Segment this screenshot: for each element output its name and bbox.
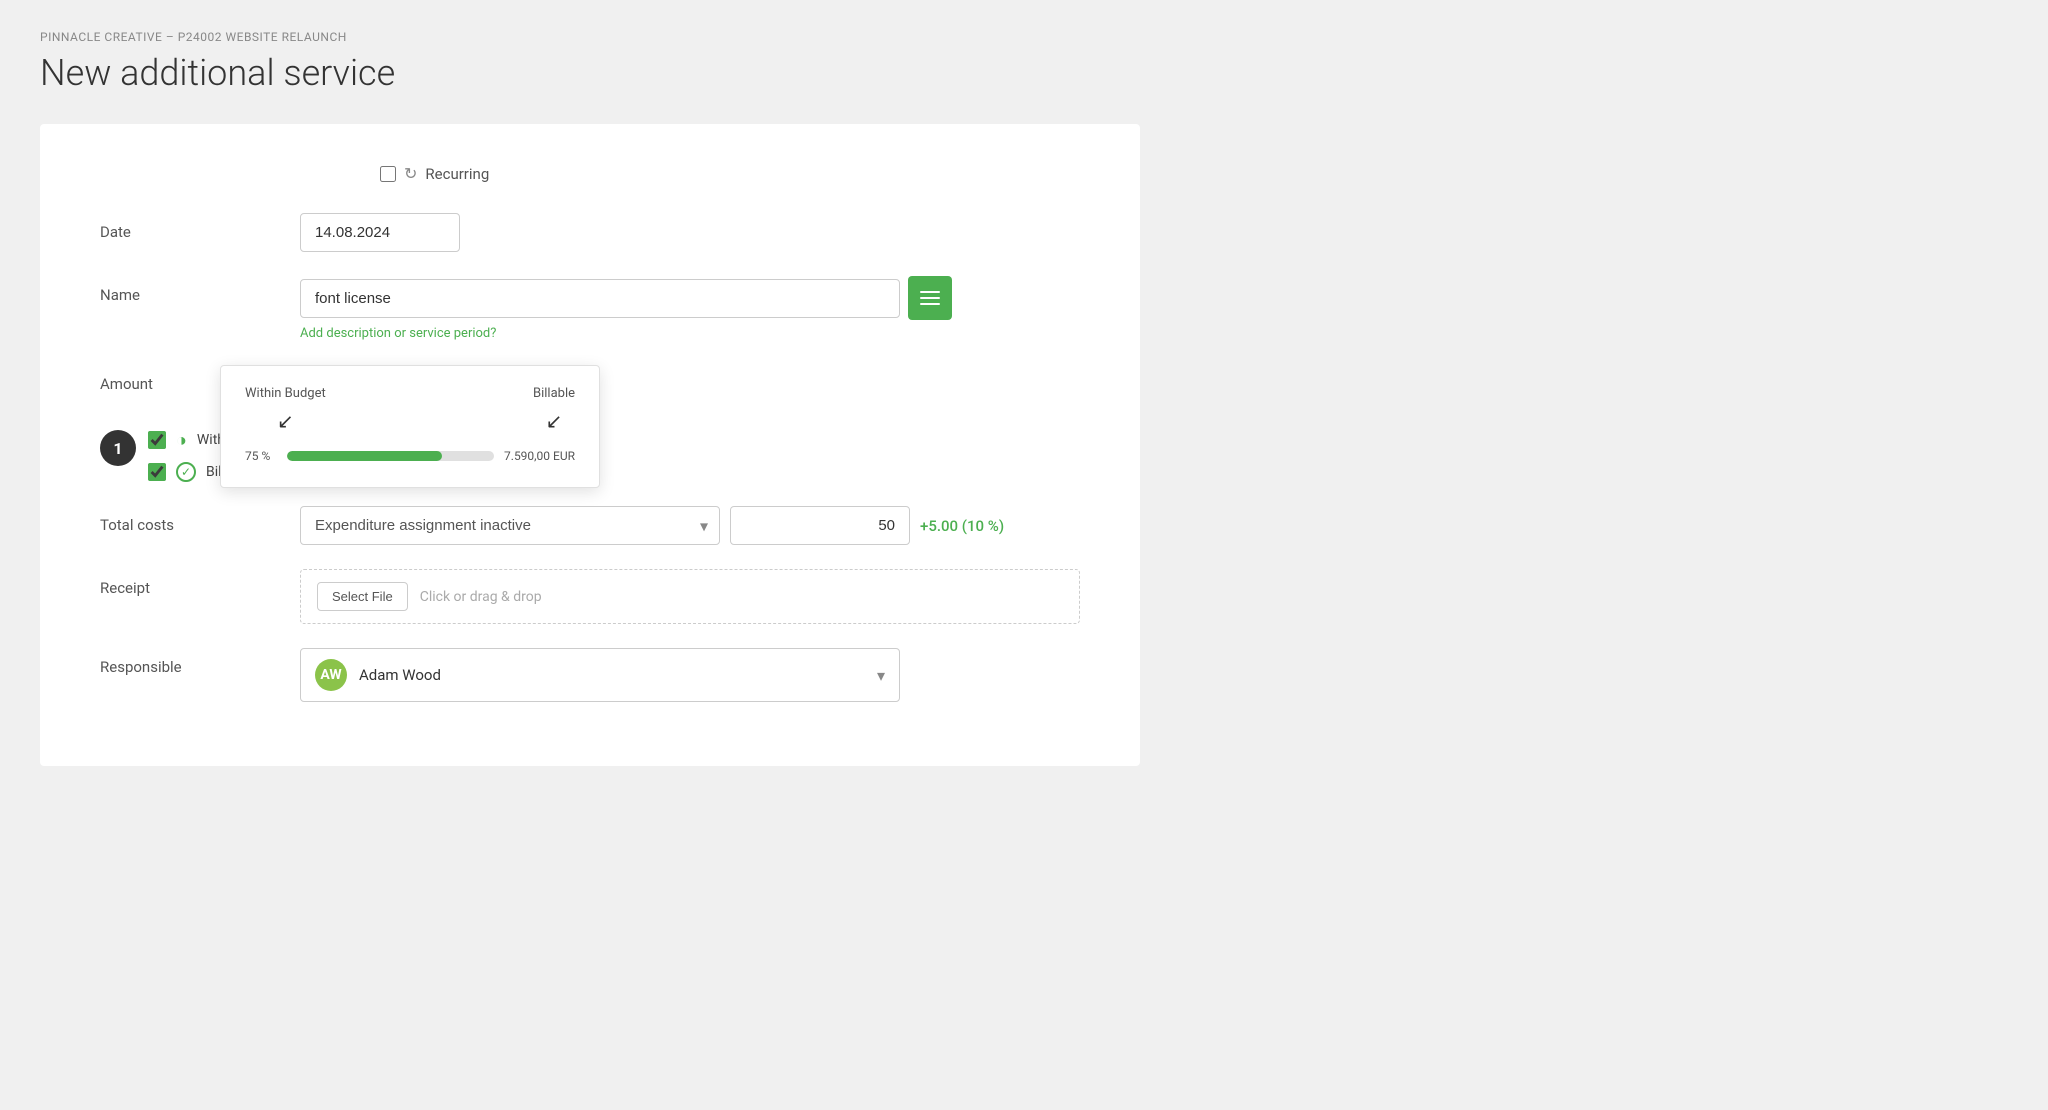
date-input[interactable] <box>300 213 460 252</box>
budget-popup: Within Budget ↙ Billable ↙ 75 % 7.590,00… <box>220 365 600 488</box>
budget-pct: 75 % <box>245 449 277 463</box>
budget-bar-fill <box>287 451 442 461</box>
responsible-select[interactable]: AW Adam Wood ▾ <box>300 648 900 702</box>
name-action-button[interactable] <box>908 276 952 320</box>
expenditure-select[interactable]: Expenditure assignment inactive <box>300 506 720 545</box>
receipt-label: Receipt <box>100 569 300 597</box>
billable-arrow: ↙ <box>533 409 575 433</box>
recurring-checkbox[interactable] <box>380 166 396 182</box>
within-budget-checkbox[interactable] <box>148 431 166 449</box>
name-input[interactable] <box>300 279 900 318</box>
billable-col-label: Billable <box>533 386 575 401</box>
form-card: ↻ Recurring Date Name <box>40 124 1140 766</box>
add-description-link[interactable]: Add description or service period? <box>300 326 496 341</box>
date-label: Date <box>100 213 300 241</box>
within-budget-icon: ◑ <box>176 430 187 451</box>
responsible-name: Adam Wood <box>359 666 865 684</box>
select-file-button[interactable]: Select File <box>317 582 408 611</box>
budget-amount: 7.590,00 EUR <box>504 449 575 463</box>
recurring-label: Recurring <box>425 165 489 183</box>
drag-drop-text: Click or drag & drop <box>420 589 542 605</box>
receipt-upload-area[interactable]: Select File Click or drag & drop <box>300 569 1080 624</box>
total-costs-label: Total costs <box>100 506 300 534</box>
cost-value-input[interactable] <box>730 506 910 545</box>
page-title: New additional service <box>40 52 2008 94</box>
responsible-label: Responsible <box>100 648 300 676</box>
within-budget-col-label: Within Budget <box>245 386 326 401</box>
responsible-chevron-icon: ▾ <box>877 666 885 685</box>
breadcrumb: PINNACLE CREATIVE – P24002 WEBSITE RELAU… <box>40 30 2008 44</box>
billable-icon: ✓ <box>176 462 196 482</box>
avatar: AW <box>315 659 347 691</box>
name-label: Name <box>100 276 300 304</box>
within-budget-arrow: ↙ <box>245 409 326 433</box>
cost-delta: +5.00 (10 %) <box>920 517 1004 535</box>
badge-number: 1 <box>100 430 136 466</box>
recurring-icon: ↻ <box>404 164 417 183</box>
billable-checkbox[interactable] <box>148 463 166 481</box>
